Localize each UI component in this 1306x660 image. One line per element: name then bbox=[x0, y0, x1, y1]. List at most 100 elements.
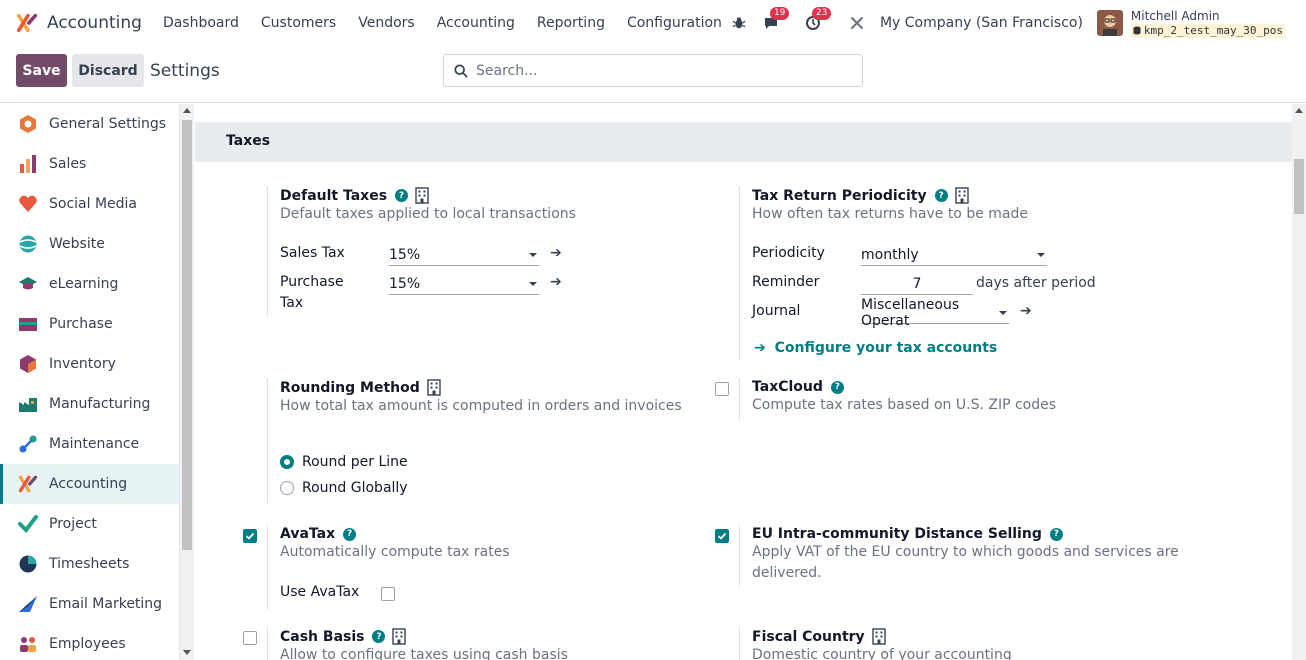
menu-dashboard[interactable]: Dashboard bbox=[152, 15, 250, 31]
chevron-down-icon bbox=[529, 281, 537, 286]
company-building-icon bbox=[427, 379, 441, 396]
radio-button[interactable] bbox=[280, 481, 294, 495]
company-building-icon bbox=[871, 628, 886, 645]
chat-icon[interactable]: 19 bbox=[760, 7, 790, 34]
sidebar-item-label: Project bbox=[49, 516, 97, 532]
menu-customers[interactable]: Customers bbox=[250, 15, 347, 31]
sidebar-item-elearning[interactable]: eLearning bbox=[0, 264, 179, 304]
setting-divider bbox=[739, 378, 740, 420]
help-icon[interactable]: ? bbox=[934, 189, 948, 202]
sales-icon bbox=[17, 153, 39, 175]
setting-title: Cash Basis bbox=[280, 628, 365, 645]
social-media-icon bbox=[17, 193, 39, 215]
help-icon[interactable]: ? bbox=[372, 630, 386, 643]
settings-content: Taxes Default Taxes ? Default taxes appl… bbox=[195, 104, 1292, 660]
sidebar-item-general-settings[interactable]: General Settings bbox=[0, 104, 179, 144]
sidebar-item-inventory[interactable]: Inventory bbox=[0, 344, 179, 384]
discard-button[interactable]: Discard bbox=[72, 54, 144, 87]
radio-round-globally[interactable]: Round Globally bbox=[280, 480, 408, 496]
company-switcher[interactable]: My Company (San Francisco) bbox=[880, 15, 1083, 31]
sidebar-item-label: Sales bbox=[49, 156, 87, 172]
sidebar-item-label: Employees bbox=[49, 636, 126, 652]
internal-link-arrow-icon[interactable]: ➔ bbox=[1020, 303, 1032, 319]
user-avatar[interactable] bbox=[1096, 10, 1123, 36]
periodicity-label: Periodicity bbox=[752, 245, 825, 261]
database-icon bbox=[1133, 26, 1141, 35]
tools-icon[interactable] bbox=[846, 12, 868, 34]
radio-round-per-line[interactable]: Round per Line bbox=[280, 454, 408, 470]
sidebar-item-sales[interactable]: Sales bbox=[0, 144, 179, 184]
scroll-up-arrow[interactable] bbox=[1295, 108, 1303, 113]
scroll-up-arrow[interactable] bbox=[183, 108, 191, 113]
activity-clock-icon[interactable]: 23 bbox=[802, 7, 832, 34]
reminder-days-input[interactable]: 7 bbox=[861, 273, 973, 295]
sidebar-scroll-thumb[interactable] bbox=[182, 120, 192, 550]
maintenance-icon bbox=[17, 433, 39, 455]
help-icon[interactable]: ? bbox=[1049, 527, 1063, 541]
sidebar-item-purchase[interactable]: Purchase bbox=[0, 304, 179, 344]
sidebar-item-email-marketing[interactable]: Email Marketing bbox=[0, 584, 179, 624]
sidebar-item-accounting[interactable]: Accounting bbox=[0, 464, 179, 504]
top-navbar: Accounting Dashboard Customers Vendors A… bbox=[0, 0, 1306, 46]
project-icon bbox=[17, 513, 39, 535]
eu-distance-selling-checkbox[interactable] bbox=[715, 529, 729, 543]
journal-select[interactable]: Miscellaneous Operat bbox=[861, 297, 1009, 329]
purchase-tax-select[interactable]: 15% bbox=[389, 273, 539, 295]
sidebar-item-manufacturing[interactable]: Manufacturing bbox=[0, 384, 179, 424]
setting-description: Automatically compute tax rates bbox=[280, 544, 510, 560]
manufacturing-icon bbox=[17, 393, 39, 415]
setting-divider bbox=[267, 186, 268, 316]
sidebar-item-social-media[interactable]: Social Media bbox=[0, 184, 179, 224]
scroll-down-arrow[interactable] bbox=[183, 650, 191, 655]
avatax-checkbox[interactable] bbox=[243, 529, 257, 543]
content-scroll-thumb[interactable] bbox=[1294, 159, 1304, 214]
menu-accounting[interactable]: Accounting bbox=[426, 15, 526, 31]
menu-reporting[interactable]: Reporting bbox=[526, 15, 616, 31]
save-button[interactable]: Save bbox=[16, 54, 67, 87]
internal-link-arrow-icon[interactable]: ➔ bbox=[550, 245, 562, 261]
menu-vendors[interactable]: Vendors bbox=[347, 15, 425, 31]
setting-description-line-1: Apply VAT of the EU country to which goo… bbox=[752, 544, 1179, 560]
website-icon bbox=[17, 233, 39, 255]
search-input[interactable] bbox=[476, 62, 836, 79]
cash-basis-checkbox[interactable] bbox=[243, 631, 257, 645]
chevron-down-icon bbox=[999, 310, 1007, 315]
periodicity-select[interactable]: monthly bbox=[861, 244, 1047, 266]
radio-button-selected[interactable] bbox=[280, 455, 294, 469]
search-bar[interactable] bbox=[443, 54, 863, 87]
fiscal-country-title-row: Fiscal Country bbox=[752, 628, 1012, 645]
setting-description: Allow to configure taxes using cash basi… bbox=[280, 647, 568, 660]
journal-label: Journal bbox=[752, 303, 801, 319]
sidebar-item-timesheets[interactable]: Timesheets bbox=[0, 544, 179, 584]
setting-description-line-2: delivered. bbox=[752, 565, 822, 581]
menu-configuration[interactable]: Configuration bbox=[616, 15, 733, 31]
main-menu: Dashboard Customers Vendors Accounting R… bbox=[152, 15, 733, 31]
sidebar-item-maintenance[interactable]: Maintenance bbox=[0, 424, 179, 464]
setting-title: AvaTax bbox=[280, 526, 336, 542]
rounding-method-setting: Rounding Method How total tax amount is … bbox=[280, 379, 682, 417]
user-menu[interactable]: Mitchell Admin kmp_2_test_may_30_pos bbox=[1130, 9, 1285, 38]
section-header-taxes: Taxes bbox=[195, 122, 1292, 162]
configure-tax-accounts-link[interactable]: ➔ Configure your tax accounts bbox=[754, 340, 997, 356]
purchase-tax-value: 15% bbox=[389, 275, 421, 292]
help-icon[interactable]: ? bbox=[830, 380, 844, 394]
internal-link-arrow-icon[interactable]: ➔ bbox=[550, 274, 562, 290]
use-avatax-checkbox[interactable] bbox=[381, 587, 395, 601]
eu-title-row: EU Intra-community Distance Selling ? bbox=[752, 526, 1179, 542]
debug-bug-icon[interactable] bbox=[728, 12, 750, 34]
app-brand[interactable]: Accounting bbox=[16, 12, 142, 34]
content-scrollbar[interactable] bbox=[1292, 104, 1306, 660]
purchase-tax-label-line-1: Purchase bbox=[280, 274, 344, 290]
section-title: Taxes bbox=[226, 133, 271, 149]
taxcloud-checkbox[interactable] bbox=[715, 382, 729, 396]
sales-tax-select[interactable]: 15% bbox=[389, 244, 539, 266]
sidebar-scrollbar[interactable] bbox=[180, 104, 194, 660]
help-icon[interactable]: ? bbox=[343, 527, 357, 541]
sidebar-item-label: eLearning bbox=[49, 276, 119, 292]
sidebar-item-project[interactable]: Project bbox=[0, 504, 179, 544]
sidebar-item-employees[interactable]: Employees bbox=[0, 624, 179, 660]
sidebar-item-website[interactable]: Website bbox=[0, 224, 179, 264]
sidebar-item-label: Accounting bbox=[49, 476, 128, 492]
setting-description: Domestic country of your accounting bbox=[752, 647, 1012, 660]
help-icon[interactable]: ? bbox=[395, 189, 409, 202]
